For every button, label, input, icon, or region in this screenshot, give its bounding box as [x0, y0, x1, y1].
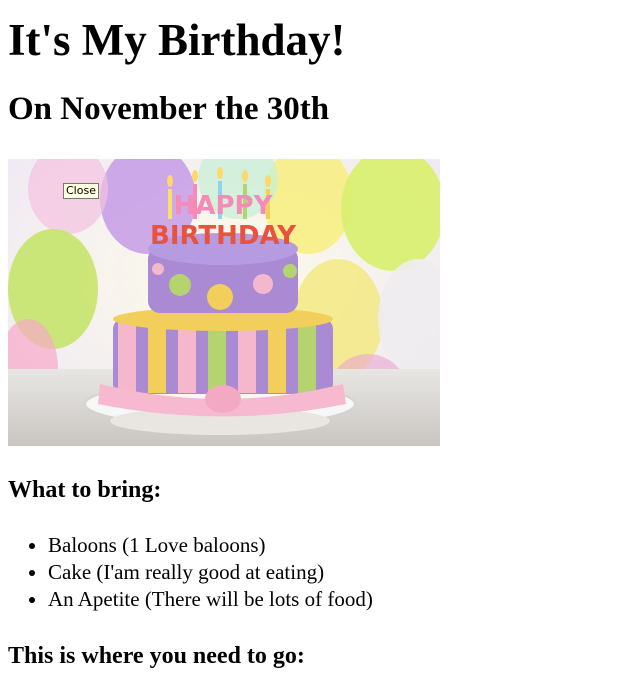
close-tooltip-button[interactable]: Close [63, 183, 99, 199]
cake-topper-happy: HAPPY [174, 191, 274, 221]
bring-list: Baloons (1 Love baloons) Cake (I'am real… [8, 532, 373, 613]
cake-illustration: HAPPY BIRTHDAY [8, 159, 440, 446]
birthday-cake-image: HAPPY BIRTHDAY [8, 159, 440, 446]
list-item: An Apetite (There will be lots of food) [48, 586, 373, 613]
list-item: Cake (I'am really good at eating) [48, 559, 373, 586]
what-to-bring-heading: What to bring: [8, 477, 162, 503]
list-item: Baloons (1 Love baloons) [48, 532, 373, 559]
page-title: It's My Birthday! [8, 15, 346, 65]
directions-heading: This is where you need to go: [8, 643, 305, 669]
page-subtitle: On November the 30th [8, 91, 330, 127]
cake-topper-birthday: BIRTHDAY [150, 221, 297, 251]
